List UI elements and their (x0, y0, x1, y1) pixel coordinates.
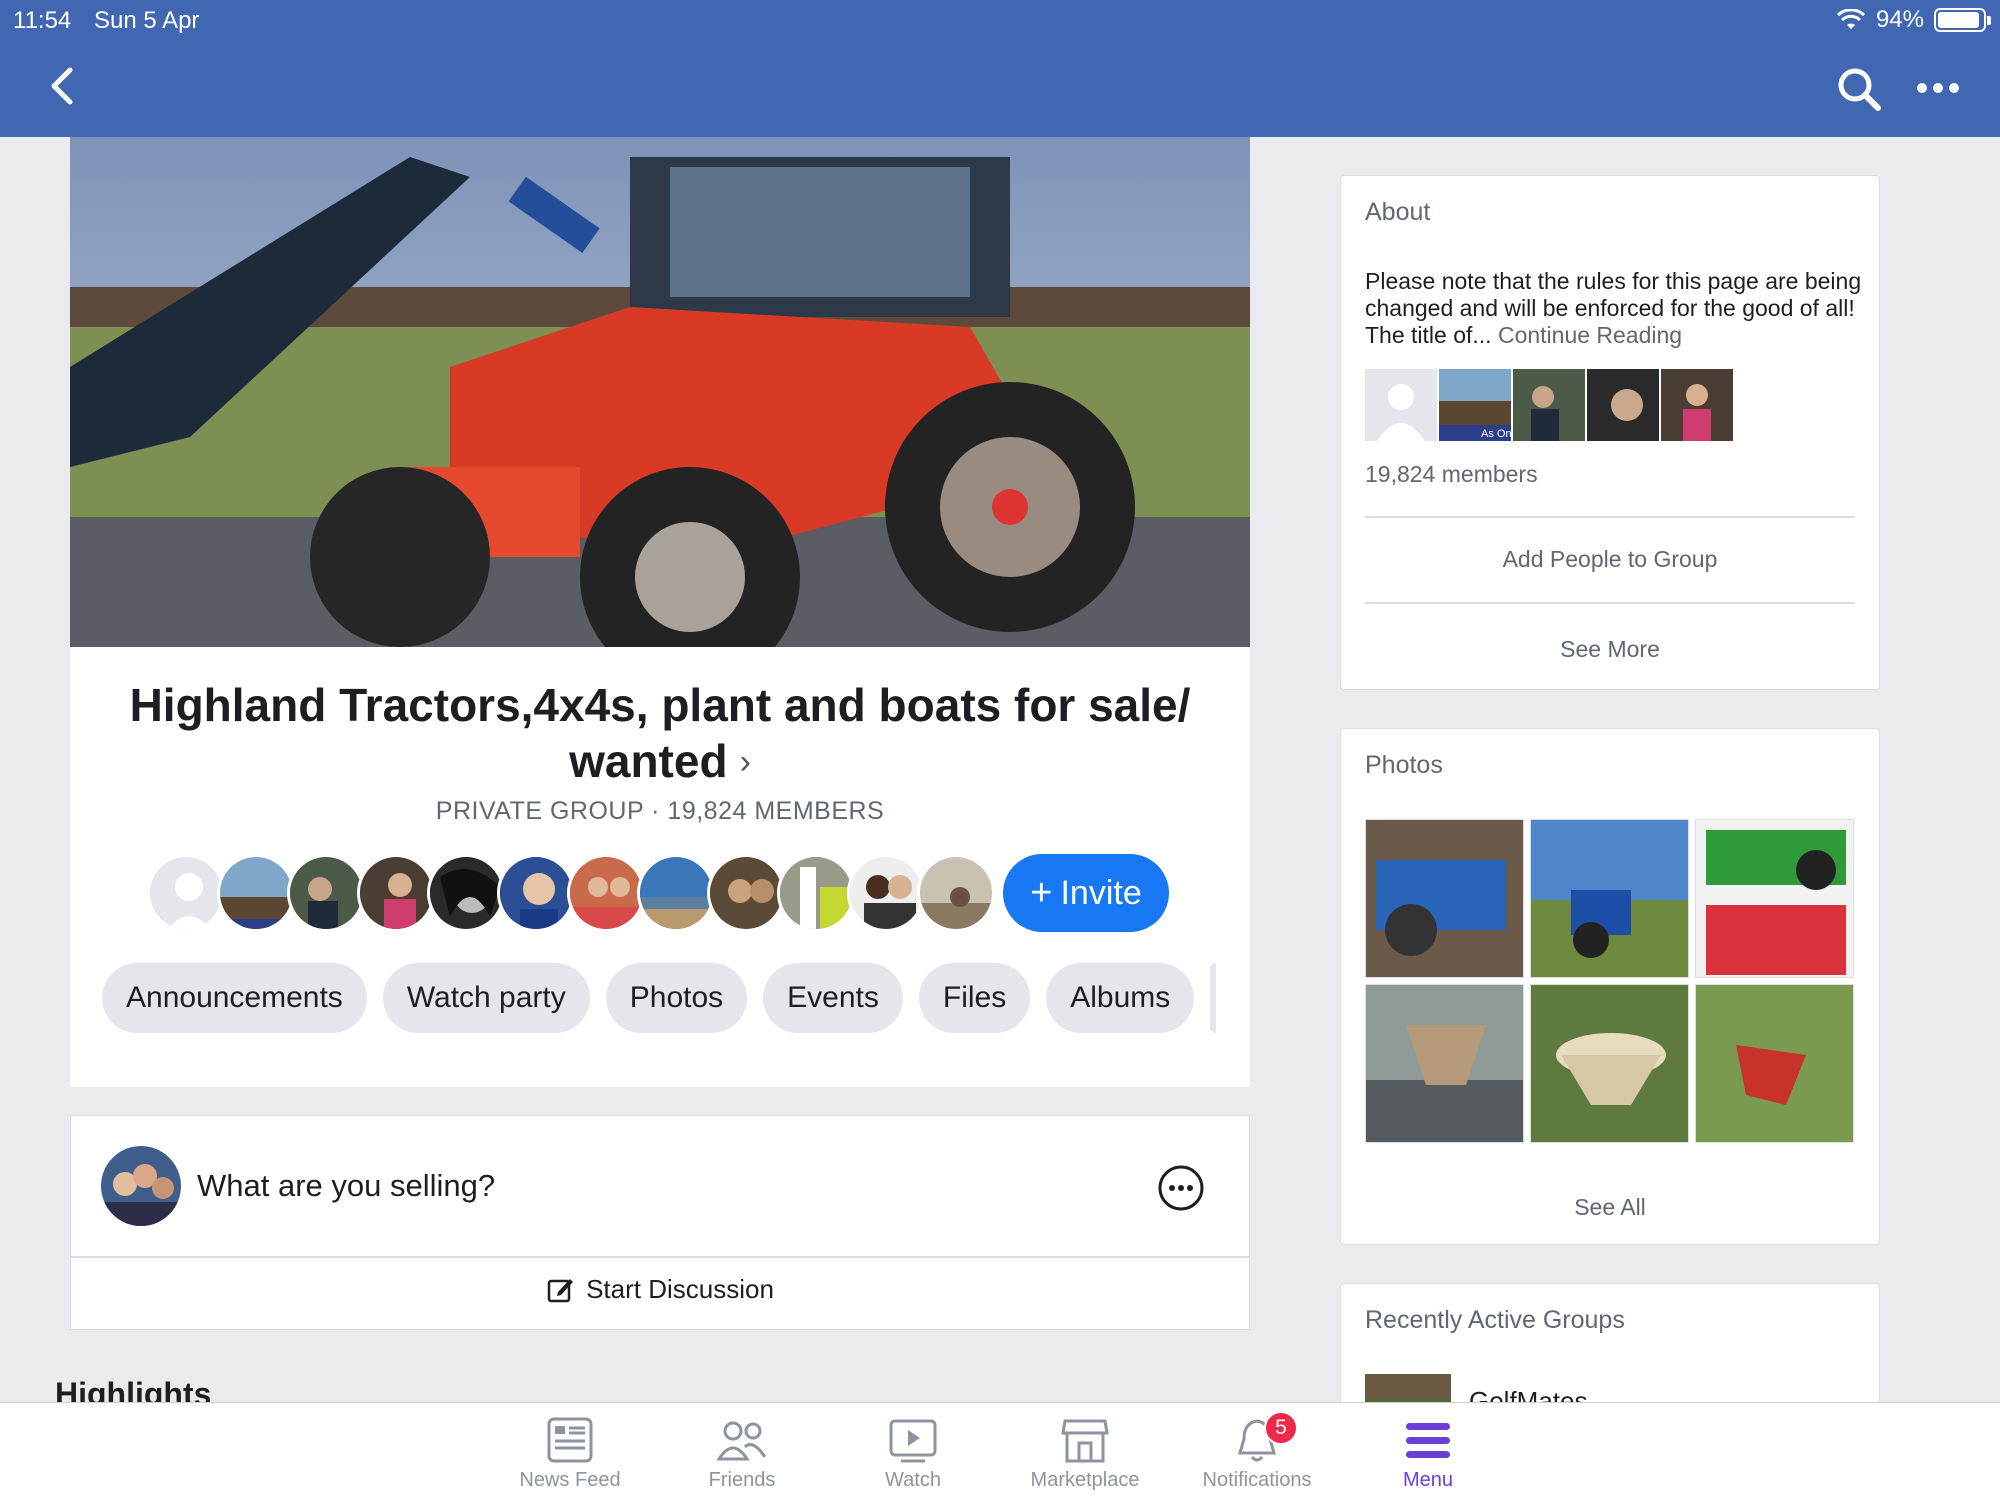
photos-card: Photos See All (1340, 728, 1880, 1245)
more-options-icon[interactable] (1157, 1164, 1205, 1212)
group-title-text: Highland Tractors,4x4s, plant and boats … (129, 679, 1191, 787)
divider (1365, 516, 1855, 518)
thumb-caption: As One (1481, 428, 1511, 440)
photo-thumb[interactable] (1365, 819, 1524, 978)
plus-icon: + (1030, 872, 1053, 914)
nav-label: Notifications (1202, 1469, 1312, 1491)
member-avatars: + Invite (147, 853, 1169, 933)
member-count: 19,824 members (1365, 461, 1538, 487)
start-discussion-button[interactable]: Start Discussion (71, 1274, 1249, 1305)
chevron-left-icon[interactable] (44, 66, 80, 106)
photo-thumb[interactable] (1530, 984, 1689, 1143)
group-title[interactable]: Highland Tractors,4x4s, plant and boats … (110, 677, 1210, 790)
see-all-button[interactable]: See All (1341, 1194, 1879, 1221)
divider (71, 1256, 1249, 1258)
search-icon[interactable] (1836, 66, 1882, 112)
tab-announcements[interactable]: Announcements (102, 963, 367, 1033)
divider (1365, 602, 1855, 604)
add-people-button[interactable]: Add People to Group (1341, 546, 1879, 573)
member-thumb[interactable] (1587, 369, 1659, 441)
continue-reading-link[interactable]: Continue Reading (1498, 322, 1682, 348)
photo-grid (1365, 819, 1856, 1143)
photo-thumb[interactable] (1695, 819, 1854, 978)
status-right: 94% (1836, 6, 1991, 34)
member-thumb[interactable] (1365, 369, 1437, 441)
photo-thumb[interactable] (1530, 819, 1689, 978)
nav-news-feed[interactable]: News Feed (495, 1417, 645, 1492)
tab-overflow[interactable] (1210, 963, 1217, 1033)
member-avatar[interactable] (707, 854, 785, 932)
member-avatar[interactable] (567, 854, 645, 932)
photo-thumb[interactable] (1365, 984, 1524, 1143)
group-header-card: Highland Tractors,4x4s, plant and boats … (70, 647, 1250, 1087)
nav-marketplace[interactable]: Marketplace (1010, 1417, 1160, 1492)
status-time: 11:54 (13, 7, 72, 34)
battery-icon (1934, 8, 1991, 32)
friends-icon (717, 1421, 767, 1461)
avatar[interactable] (101, 1146, 181, 1226)
nav-label: News Feed (519, 1469, 621, 1491)
group-tabs: Announcements Watch party Photos Events … (102, 963, 1217, 1033)
top-bar: 11:54 Sun 5 Apr 94% (0, 0, 2000, 137)
nav-watch[interactable]: Watch (838, 1417, 988, 1492)
nav-label: Friends (708, 1469, 776, 1491)
composer-prompt[interactable]: What are you selling? (197, 1168, 495, 1204)
member-avatar[interactable] (217, 854, 295, 932)
see-more-button[interactable]: See More (1341, 636, 1879, 663)
marketplace-icon (1061, 1419, 1109, 1463)
chevron-right-icon: › (739, 743, 751, 781)
member-avatar[interactable] (917, 854, 995, 932)
member-avatar[interactable] (357, 854, 435, 932)
nav-label: Watch (885, 1469, 941, 1491)
about-card: About Please note that the rules for thi… (1340, 175, 1880, 690)
about-member-thumbs: As One (1365, 369, 1733, 441)
more-horizontal-icon[interactable] (1916, 80, 1960, 96)
nav-friends[interactable]: Friends (667, 1417, 817, 1492)
notification-badge: 5 (1264, 1411, 1298, 1445)
tab-files[interactable]: Files (918, 963, 1031, 1033)
member-avatar[interactable] (847, 854, 925, 932)
nav-notifications[interactable]: 5 Notifications (1182, 1411, 1332, 1492)
cover-photo[interactable] (70, 137, 1250, 647)
news-feed-icon (547, 1417, 593, 1463)
menu-icon (1406, 1423, 1450, 1458)
member-thumb[interactable] (1661, 369, 1733, 441)
member-avatar[interactable] (637, 854, 715, 932)
tab-events[interactable]: Events (763, 963, 903, 1033)
member-avatar[interactable] (147, 854, 225, 932)
photo-thumb[interactable] (1695, 984, 1854, 1143)
member-avatar[interactable] (287, 854, 365, 932)
member-thumb[interactable] (1513, 369, 1585, 441)
start-discussion-label: Start Discussion (586, 1274, 774, 1304)
tab-albums[interactable]: Albums (1046, 963, 1195, 1033)
recent-groups-heading: Recently Active Groups (1365, 1306, 1625, 1334)
member-avatar[interactable] (427, 854, 505, 932)
invite-button[interactable]: + Invite (1003, 854, 1169, 932)
tab-watch-party[interactable]: Watch party (382, 963, 590, 1033)
nav-label: Menu (1402, 1469, 1454, 1491)
nav-menu[interactable]: Menu (1353, 1417, 1503, 1492)
watch-icon (889, 1419, 937, 1463)
nav-label: Marketplace (1030, 1469, 1140, 1491)
photos-heading: Photos (1365, 751, 1443, 779)
member-thumb[interactable]: As One (1439, 369, 1511, 441)
member-avatar[interactable] (497, 854, 575, 932)
invite-label: Invite (1060, 873, 1142, 912)
tab-photos[interactable]: Photos (605, 963, 748, 1033)
status-date: Sun 5 Apr (94, 7, 200, 34)
about-text: Please note that the rules for this page… (1365, 268, 1865, 349)
wifi-icon (1836, 9, 1865, 29)
battery-percent: 94% (1875, 6, 1924, 33)
member-avatar[interactable] (777, 854, 855, 932)
group-meta: PRIVATE GROUP · 19,824 MEMBERS (435, 797, 885, 825)
post-composer: What are you selling? Start Discussion (70, 1115, 1250, 1330)
edit-icon (547, 1278, 574, 1302)
about-heading: About (1365, 198, 1431, 226)
bottom-nav: News Feed Friends Watch Marketplace 5 No… (0, 1402, 2000, 1500)
